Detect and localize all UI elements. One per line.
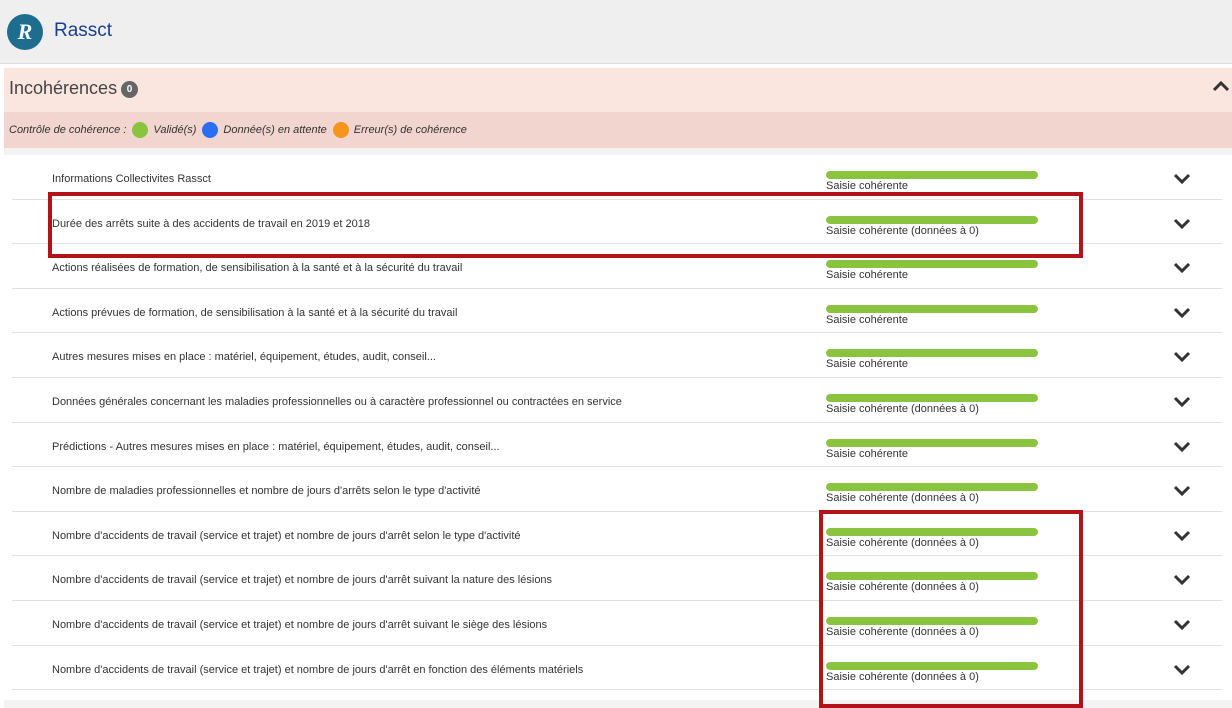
- progress-bar: [826, 260, 1038, 269]
- list-item[interactable]: Nombre d'accidents de travail (service e…: [12, 646, 1222, 691]
- chevron-up-icon[interactable]: [1212, 80, 1230, 92]
- progress-bar: [826, 393, 1038, 402]
- progress-bar: [826, 616, 1038, 625]
- incoherence-count-badge: 0: [121, 81, 139, 98]
- legend-label: Contrôle de cohérence :: [9, 124, 127, 136]
- chevron-down-icon[interactable]: [1173, 574, 1191, 586]
- list-item[interactable]: Durée des arrêts suite à des accidents d…: [12, 200, 1222, 245]
- legend-pending: Donnée(s) en attente: [223, 124, 327, 136]
- coherence-list: Informations Collectivites Rassct Saisie …: [4, 155, 1232, 691]
- progress-fill: [826, 171, 1038, 179]
- top-bar: R Rassct: [0, 0, 1232, 64]
- incoherences-section-header[interactable]: Incohérences 0: [4, 68, 1232, 112]
- row-title: Autres mesures mises en place : matériel…: [52, 351, 436, 364]
- list-item[interactable]: Nombre d'accidents de travail (service e…: [12, 512, 1222, 557]
- progress-bar: [826, 572, 1038, 581]
- progress-fill: [826, 215, 1038, 224]
- row-status: Saisie cohérente (données à 0): [826, 670, 979, 683]
- row-title: Informations Collectivites Rassct: [52, 173, 211, 185]
- chevron-down-icon[interactable]: [1173, 485, 1191, 497]
- chevron-down-icon[interactable]: [1173, 262, 1191, 274]
- chevron-down-icon[interactable]: [1173, 218, 1191, 230]
- section-title: Incohérences 0: [9, 78, 139, 99]
- row-status: Saisie cohérente (données à 0): [826, 402, 979, 415]
- progress-fill: [826, 616, 1038, 625]
- row-title: Nombre de maladies professionnelles et n…: [52, 485, 481, 498]
- list-item[interactable]: Données générales concernant les maladie…: [12, 378, 1222, 423]
- list-item[interactable]: Prédictions - Autres mesures mises en pl…: [12, 423, 1222, 468]
- list-bottom-strip: [4, 700, 1232, 708]
- progress-bar: [826, 349, 1038, 358]
- app-title[interactable]: Rassct: [54, 20, 112, 42]
- list-item[interactable]: Nombre de maladies professionnelles et n…: [12, 467, 1222, 512]
- progress-bar: [826, 661, 1038, 670]
- row-status: Saisie cohérente: [826, 358, 908, 371]
- chevron-down-icon[interactable]: [1173, 307, 1191, 319]
- row-status: Saisie cohérente (données à 0): [826, 625, 979, 638]
- row-title: Prédictions - Autres mesures mises en pl…: [52, 440, 500, 453]
- row-status: Saisie cohérente: [826, 180, 908, 192]
- progress-fill: [826, 260, 1038, 269]
- row-title: Nombre d'accidents de travail (service e…: [52, 529, 521, 542]
- progress-fill: [826, 572, 1038, 581]
- chevron-down-icon[interactable]: [1173, 664, 1191, 676]
- legend-error: Erreur(s) de cohérence: [353, 124, 467, 136]
- progress-bar: [826, 171, 1038, 179]
- progress-bar: [826, 215, 1038, 224]
- progress-fill: [826, 483, 1038, 492]
- list-item[interactable]: Nombre d'accidents de travail (service e…: [12, 601, 1222, 646]
- progress-fill: [826, 527, 1038, 536]
- app-logo: R: [7, 14, 43, 50]
- list-top-strip: [4, 148, 1232, 155]
- legend-validated: Validé(s): [153, 124, 197, 136]
- list-item[interactable]: Nombre d'accidents de travail (service e…: [12, 556, 1222, 601]
- chevron-down-icon[interactable]: [1173, 396, 1191, 408]
- progress-fill: [826, 393, 1038, 402]
- progress-fill: [826, 438, 1038, 447]
- row-status: Saisie cohérente (données à 0): [826, 536, 979, 549]
- progress-bar: [826, 483, 1038, 492]
- coherence-legend: Contrôle de cohérence : Validé(s) Donnée…: [4, 112, 1232, 148]
- row-title: Actions réalisées de formation, de sensi…: [52, 262, 463, 275]
- chevron-down-icon[interactable]: [1173, 530, 1191, 542]
- row-title: Nombre d'accidents de travail (service e…: [52, 618, 548, 631]
- progress-fill: [826, 304, 1038, 313]
- row-status: Saisie cohérente: [826, 313, 908, 326]
- progress-fill: [826, 349, 1038, 358]
- row-title: Actions prévues de formation, de sensibi…: [52, 306, 458, 319]
- row-title: Nombre d'accidents de travail (service e…: [52, 574, 553, 587]
- chevron-down-icon[interactable]: [1173, 173, 1191, 185]
- orange-dot-icon: [332, 122, 349, 138]
- list-item[interactable]: Actions réalisées de formation, de sensi…: [12, 244, 1222, 289]
- progress-bar: [826, 304, 1038, 313]
- row-title: Nombre d'accidents de travail (service e…: [52, 663, 584, 676]
- row-status: Saisie cohérente (données à 0): [826, 581, 979, 594]
- list-item[interactable]: Informations Collectivites Rassct Saisie …: [12, 155, 1222, 200]
- row-status: Saisie cohérente: [826, 269, 908, 282]
- section-title-text: Incohérences: [9, 78, 118, 98]
- chevron-down-icon[interactable]: [1173, 351, 1191, 363]
- list-item[interactable]: Autres mesures mises en place : matériel…: [12, 333, 1222, 378]
- progress-fill: [826, 661, 1038, 670]
- row-status: Saisie cohérente (données à 0): [826, 492, 979, 505]
- row-status: Saisie cohérente: [826, 447, 908, 460]
- blue-dot-icon: [202, 122, 219, 138]
- chevron-down-icon[interactable]: [1173, 441, 1191, 453]
- row-title: Données générales concernant les maladie…: [52, 395, 622, 408]
- row-title: Durée des arrêts suite à des accidents d…: [52, 217, 370, 230]
- list-item[interactable]: Actions prévues de formation, de sensibi…: [12, 289, 1222, 334]
- progress-bar: [826, 438, 1038, 447]
- row-status: Saisie cohérente (données à 0): [826, 224, 979, 237]
- progress-bar: [826, 527, 1038, 536]
- green-dot-icon: [132, 122, 149, 138]
- chevron-down-icon[interactable]: [1173, 619, 1191, 631]
